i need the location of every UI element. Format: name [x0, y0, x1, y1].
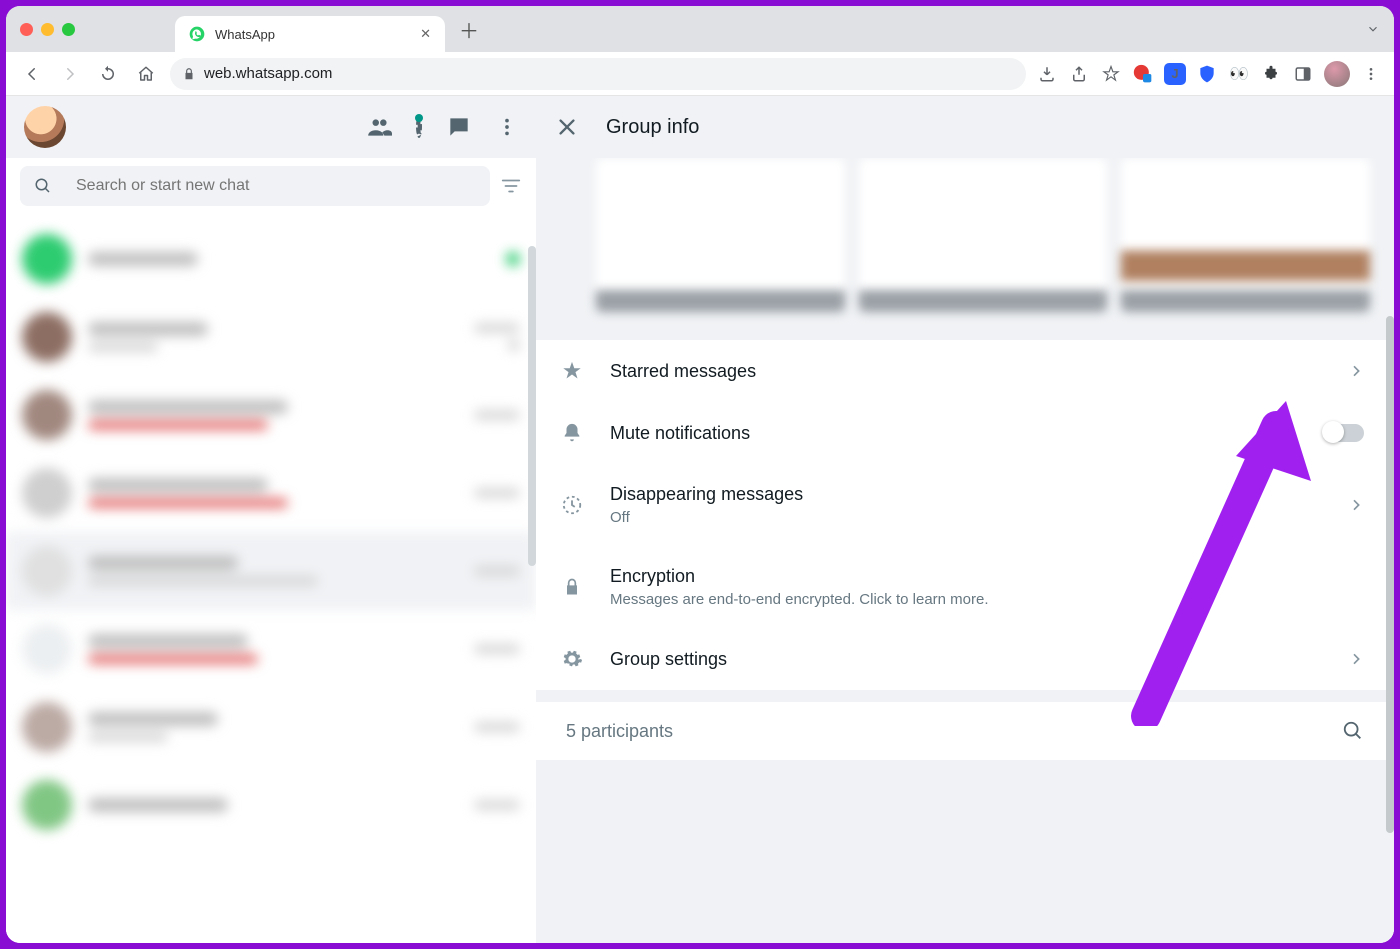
profile-avatar[interactable]: [1324, 61, 1350, 87]
group-settings-label: Group settings: [610, 649, 1322, 670]
search-participants-icon[interactable]: [1342, 720, 1364, 742]
chat-list-pane: [6, 96, 536, 943]
starred-messages-item[interactable]: Starred messages: [536, 340, 1394, 402]
disappearing-label: Disappearing messages: [610, 484, 1322, 505]
back-button[interactable]: [18, 60, 46, 88]
search-row: [6, 158, 536, 214]
install-icon[interactable]: [1036, 63, 1058, 85]
mute-toggle[interactable]: [1324, 424, 1364, 442]
my-avatar[interactable]: [24, 106, 66, 148]
media-thumb[interactable]: [1121, 158, 1370, 312]
window-close-button[interactable]: [20, 23, 33, 36]
chevron-right-icon: [1348, 651, 1364, 667]
browser-menu-icon[interactable]: [1360, 63, 1382, 85]
forward-button[interactable]: [56, 60, 84, 88]
media-thumb[interactable]: [859, 158, 1108, 312]
left-header: [6, 96, 536, 158]
browser-tab[interactable]: WhatsApp ✕: [175, 16, 445, 52]
disappearing-messages-item[interactable]: Disappearing messages Off: [536, 464, 1394, 546]
panel-body[interactable]: Starred messages Mute notifications Disa…: [536, 158, 1394, 943]
window-zoom-button[interactable]: [62, 23, 75, 36]
mac-traffic-lights[interactable]: [20, 23, 75, 36]
timer-icon: [560, 494, 584, 516]
reload-button[interactable]: [94, 60, 122, 88]
media-thumb[interactable]: [596, 158, 845, 312]
group-info-panel: Group info Starred messages: [536, 96, 1394, 943]
starred-label: Starred messages: [610, 361, 1322, 382]
toolbar-extensions: J 👀: [1036, 61, 1382, 87]
panel-scrollbar[interactable]: [1386, 316, 1394, 833]
new-tab-button[interactable]: ＋: [459, 15, 479, 44]
extensions-puzzle-icon[interactable]: [1260, 63, 1282, 85]
tab-close-icon[interactable]: ✕: [420, 26, 431, 42]
extension-1-icon[interactable]: [1132, 63, 1154, 85]
encryption-item[interactable]: Encryption Messages are end-to-end encry…: [536, 546, 1394, 628]
filter-unread-icon[interactable]: [500, 175, 522, 197]
chevron-right-icon: [1348, 497, 1364, 513]
close-panel-icon[interactable]: [556, 116, 578, 138]
browser-titlebar: WhatsApp ✕ ＋: [6, 6, 1394, 52]
sidepanel-icon[interactable]: [1292, 63, 1314, 85]
tab-title: WhatsApp: [215, 27, 410, 42]
left-scrollbar[interactable]: [528, 246, 536, 566]
search-input[interactable]: [76, 177, 476, 195]
group-settings-item[interactable]: Group settings: [536, 628, 1394, 690]
extension-shield-icon[interactable]: [1196, 63, 1218, 85]
lock-icon: [182, 67, 196, 81]
gear-icon: [560, 648, 584, 670]
status-icon[interactable]: [416, 118, 422, 136]
chevron-right-icon: [1348, 363, 1364, 379]
search-icon: [34, 177, 52, 195]
window-minimize-button[interactable]: [41, 23, 54, 36]
address-bar[interactable]: web.whatsapp.com: [170, 58, 1026, 90]
extension-j-icon[interactable]: J: [1164, 63, 1186, 85]
browser-toolbar: web.whatsapp.com J 👀: [6, 52, 1394, 96]
menu-dots-icon[interactable]: [496, 116, 518, 138]
browser-window: WhatsApp ✕ ＋ web.whatsapp.com J 👀: [6, 6, 1394, 943]
communities-icon[interactable]: [366, 114, 392, 140]
new-chat-icon[interactable]: [446, 114, 472, 140]
settings-list: Starred messages Mute notifications Disa…: [536, 340, 1394, 690]
participants-count: 5 participants: [566, 721, 1342, 742]
bell-icon: [560, 422, 584, 444]
panel-header: Group info: [536, 96, 1394, 158]
search-box[interactable]: [20, 166, 490, 206]
whatsapp-favicon-icon: [189, 26, 205, 42]
lock-icon: [560, 577, 584, 597]
home-button[interactable]: [132, 60, 160, 88]
extension-goggles-icon[interactable]: 👀: [1228, 63, 1250, 85]
encryption-label: Encryption: [610, 566, 1364, 587]
mute-label: Mute notifications: [610, 423, 1298, 444]
participants-header: 5 participants: [536, 702, 1394, 760]
chat-list[interactable]: [6, 214, 536, 943]
tabs-dropdown-icon[interactable]: [1366, 22, 1380, 36]
share-icon[interactable]: [1068, 63, 1090, 85]
disappearing-value: Off: [610, 509, 1322, 526]
star-icon: [560, 360, 584, 382]
address-url: web.whatsapp.com: [204, 65, 332, 82]
bookmark-star-icon[interactable]: [1100, 63, 1122, 85]
panel-title: Group info: [606, 116, 699, 139]
whatsapp-app: Group info Starred messages: [6, 96, 1394, 943]
media-thumbnails[interactable]: [536, 158, 1394, 328]
mute-notifications-item[interactable]: Mute notifications: [536, 402, 1394, 464]
encryption-sub: Messages are end-to-end encrypted. Click…: [610, 591, 1364, 608]
